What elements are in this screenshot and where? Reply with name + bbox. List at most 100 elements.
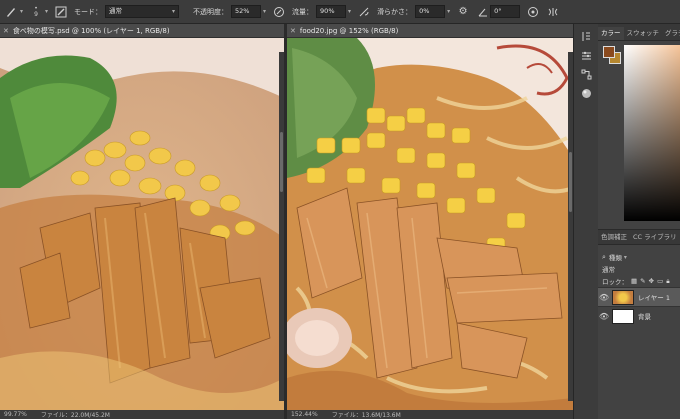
mode-value: 通常 bbox=[109, 7, 123, 15]
reference-photo bbox=[287, 38, 573, 410]
canvas-painting[interactable] bbox=[0, 38, 284, 410]
tab-adjustments[interactable]: 色調補正 bbox=[598, 231, 630, 244]
smoothing-input[interactable]: 0% bbox=[415, 5, 446, 18]
chevron-down-icon[interactable]: ▾ bbox=[624, 254, 627, 261]
visibility-eye-icon[interactable]: 👁︎ bbox=[598, 312, 610, 321]
brush-tip-icon: • 9 bbox=[34, 4, 38, 18]
color-panel-tabs: カラー スウォッチ グラデ bbox=[598, 24, 680, 41]
panel-icon-strip bbox=[573, 24, 599, 419]
chevron-down-icon: ▾ bbox=[45, 8, 49, 15]
document-window-painting: ✕ 食べ物の模写.psd @ 100% (レイヤー 1, RGB/8) 99.7… bbox=[0, 24, 284, 419]
layer-thumbnail bbox=[612, 308, 634, 324]
layer-name: レイヤー 1 bbox=[638, 294, 671, 302]
tab-color[interactable]: カラー bbox=[598, 27, 624, 40]
zoom-level[interactable]: 99.77% bbox=[4, 411, 27, 418]
foreground-color-swatch[interactable] bbox=[603, 46, 615, 58]
zoom-level[interactable]: 152.44% bbox=[291, 411, 318, 418]
properties-panel-button[interactable] bbox=[580, 48, 594, 62]
canvas-reference[interactable] bbox=[287, 38, 573, 410]
blend-mode-select[interactable]: 通常 bbox=[602, 264, 615, 274]
3d-panel-button[interactable] bbox=[580, 86, 594, 100]
opacity-control: 不透明度： 52% ▾ bbox=[193, 5, 266, 18]
angle-input[interactable]: 0° bbox=[490, 5, 521, 18]
document-tab-title: food20.jpg @ 152% (RGB/8) bbox=[299, 26, 399, 35]
lock-row: ロック： ▦ ✎ ✥ ▭ 🔒︎ bbox=[598, 275, 680, 287]
brush-size-picker[interactable]: • 9 ▾ bbox=[29, 5, 48, 19]
lock-position-icon[interactable]: ✥ bbox=[649, 277, 654, 285]
flow-label: 流量： bbox=[292, 7, 314, 16]
paths-icon bbox=[581, 69, 592, 79]
opacity-input[interactable]: 52% bbox=[231, 5, 262, 18]
angle-icon bbox=[476, 5, 490, 19]
mode-select[interactable]: 通常 ▾ bbox=[105, 5, 180, 18]
pressure-opacity-toggle[interactable] bbox=[272, 5, 286, 19]
blend-mode-row: 通常 bbox=[598, 263, 680, 275]
lock-all-icon[interactable]: 🔒︎ bbox=[666, 277, 669, 286]
airbrush-icon bbox=[357, 5, 371, 19]
status-bar: 152.44% ファイル：13.6M/13.6M bbox=[287, 410, 573, 419]
history-icon bbox=[582, 31, 590, 41]
layers-panel: ⌕ 種類 ▾ 通常 ロック： ▦ ✎ ✥ ▭ 🔒︎ 👁︎ レイヤー 1 👁︎ 背… bbox=[598, 251, 680, 325]
close-icon[interactable]: ✕ bbox=[3, 27, 9, 35]
brush-icon bbox=[4, 5, 18, 19]
smoothing-control: 滑らかさ： 0% ▾ bbox=[377, 5, 450, 18]
chevron-down-icon[interactable]: ▾ bbox=[447, 8, 450, 15]
flow-control: 流量： 90% ▾ bbox=[292, 5, 351, 18]
scrollbar-thumb[interactable] bbox=[569, 152, 572, 212]
options-bar: ▾ • 9 ▾ モード： 通常 ▾ 不透明度： 52% ▾ 流量： 90% ▾ bbox=[0, 0, 680, 24]
lock-label: ロック： bbox=[602, 278, 628, 286]
status-bar: 99.77% ファイル：22.0M/45.2M bbox=[0, 410, 284, 419]
scrollbar-thumb[interactable] bbox=[280, 132, 283, 192]
lock-transparent-icon[interactable]: ▦ bbox=[631, 277, 637, 285]
symmetry-options[interactable] bbox=[546, 5, 560, 19]
search-icon: ⌕ bbox=[602, 252, 606, 261]
right-panel-dock: カラー スウォッチ グラデ 色調補正 CC ライブラリ ⌕ 種類 ▾ 通常 ロッ… bbox=[598, 24, 680, 419]
document-window-reference: ✕ food20.jpg @ 152% (RGB/8) 152.44% ファイル… bbox=[287, 24, 573, 419]
chevron-down-icon[interactable]: ▾ bbox=[348, 8, 351, 15]
color-panel bbox=[598, 41, 680, 225]
file-size: ファイル：22.0M/45.2M bbox=[40, 412, 110, 419]
smoothing-options[interactable]: ⚙ bbox=[456, 5, 470, 19]
visibility-eye-icon[interactable]: 👁︎ bbox=[598, 293, 610, 302]
pressure-size-toggle[interactable] bbox=[526, 5, 540, 19]
paths-panel-button[interactable] bbox=[580, 67, 594, 81]
chevron-down-icon: ▾ bbox=[20, 8, 24, 15]
close-icon[interactable]: ✕ bbox=[290, 27, 296, 35]
adjustments-tabs: 色調補正 CC ライブラリ bbox=[598, 229, 680, 245]
tab-gradients[interactable]: グラデ bbox=[662, 27, 680, 40]
layer-row-background[interactable]: 👁︎ 背景 bbox=[598, 306, 680, 325]
mode-label: モード： bbox=[74, 7, 103, 16]
file-size: ファイル：13.6M/13.6M bbox=[331, 412, 401, 419]
chevron-down-icon[interactable]: ▾ bbox=[263, 8, 266, 15]
document-tab-title: 食べ物の模写.psd @ 100% (レイヤー 1, RGB/8) bbox=[12, 26, 170, 35]
document-tab-painting[interactable]: ✕ 食べ物の模写.psd @ 100% (レイヤー 1, RGB/8) bbox=[0, 24, 284, 38]
color-picker-field[interactable] bbox=[624, 45, 680, 221]
history-panel-button[interactable] bbox=[580, 29, 594, 43]
sphere-icon bbox=[582, 88, 591, 98]
layer-filter-row: ⌕ 種類 ▾ bbox=[598, 251, 680, 263]
lock-image-icon[interactable]: ✎ bbox=[640, 277, 645, 285]
layer-row-1[interactable]: 👁︎ レイヤー 1 bbox=[598, 287, 680, 306]
gear-icon: ⚙ bbox=[458, 6, 468, 17]
layer-name: 背景 bbox=[638, 313, 651, 321]
tab-cc-libraries[interactable]: CC ライブラリ bbox=[630, 231, 680, 244]
layer-thumbnail bbox=[612, 289, 634, 305]
brush-size-value: 9 bbox=[34, 10, 38, 18]
properties-icon bbox=[582, 51, 591, 59]
airbrush-toggle[interactable] bbox=[357, 5, 371, 19]
mode-control: モード： 通常 ▾ bbox=[74, 5, 180, 18]
chevron-down-icon: ▾ bbox=[172, 8, 176, 15]
painting-artwork bbox=[0, 38, 284, 410]
lock-artboard-icon[interactable]: ▭ bbox=[657, 277, 663, 285]
pressure-opacity-icon bbox=[272, 5, 286, 19]
smoothing-label: 滑らかさ： bbox=[377, 7, 413, 16]
tab-swatches[interactable]: スウォッチ bbox=[624, 27, 663, 40]
document-tab-reference[interactable]: ✕ food20.jpg @ 152% (RGB/8) bbox=[287, 24, 573, 38]
butterfly-icon bbox=[546, 5, 560, 19]
layer-kind-filter[interactable]: 種類 bbox=[609, 252, 622, 262]
angle-control: 0° bbox=[476, 5, 521, 19]
brush-tool-preset[interactable]: ▾ bbox=[4, 5, 23, 19]
brush-settings-toggle[interactable] bbox=[54, 5, 68, 19]
pressure-size-icon bbox=[526, 5, 540, 19]
flow-input[interactable]: 90% bbox=[316, 5, 347, 18]
